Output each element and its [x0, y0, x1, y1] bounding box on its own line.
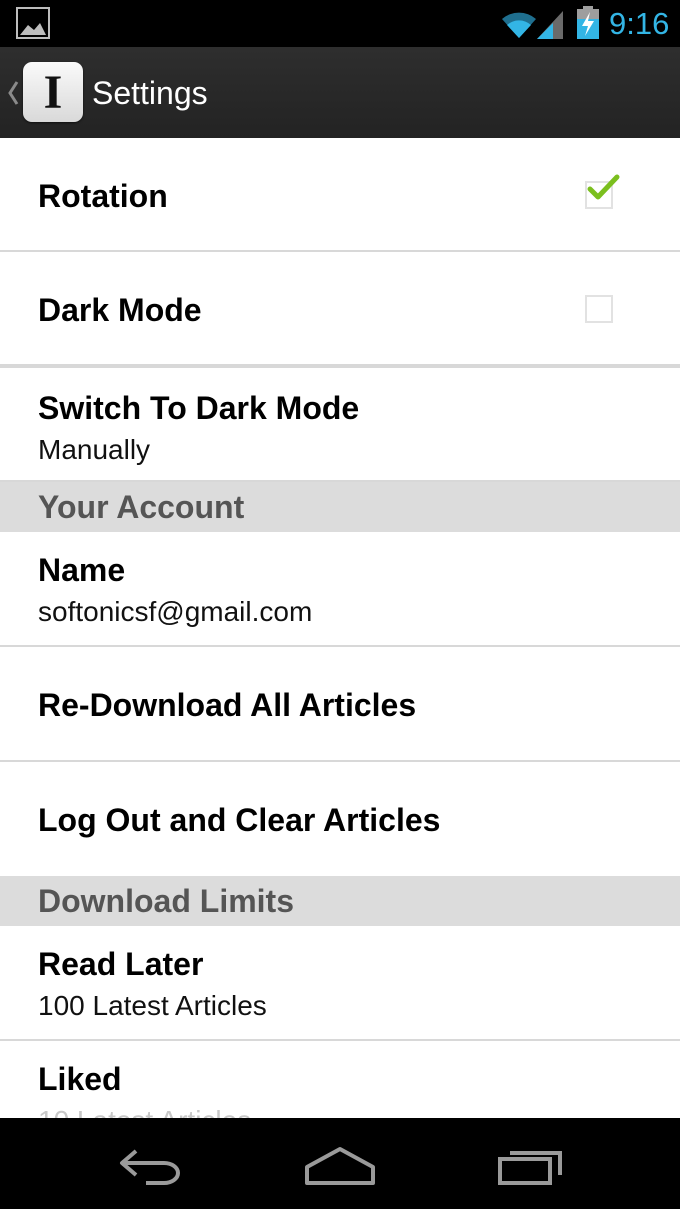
- battery-charging-icon: [577, 6, 599, 39]
- category-header-download-limits: Download Limits: [0, 876, 680, 926]
- pref-summary: 10 Latest Articles: [38, 1103, 251, 1118]
- app-logo[interactable]: I: [23, 62, 83, 122]
- category-label: Download Limits: [38, 883, 294, 919]
- status-bar: 9:16: [0, 0, 680, 47]
- chevron-left-icon[interactable]: [6, 80, 20, 106]
- pref-title: Dark Mode: [38, 292, 202, 328]
- pref-redownload[interactable]: Re-Download All Articles: [0, 647, 680, 762]
- pref-title: Switch To Dark Mode: [38, 390, 360, 426]
- pref-read-later[interactable]: Read Later 100 Latest Articles: [0, 926, 680, 1041]
- pref-summary: softonicsf@gmail.com: [38, 596, 313, 627]
- signal-icon: [537, 11, 563, 39]
- action-bar: I Settings: [0, 47, 680, 138]
- pref-title: Name: [38, 552, 126, 588]
- pref-name[interactable]: Name softonicsf@gmail.com: [0, 532, 680, 647]
- pref-title: Read Later: [38, 946, 204, 982]
- page-title: Settings: [92, 75, 208, 111]
- pref-logout[interactable]: Log Out and Clear Articles: [0, 762, 680, 876]
- rotation-checkbox[interactable]: [585, 174, 620, 209]
- pref-summary: 100 Latest Articles: [38, 990, 267, 1021]
- wifi-icon: [502, 12, 536, 39]
- pref-title: Log Out and Clear Articles: [38, 802, 441, 838]
- pref-switch-dark-mode-row[interactable]: Switch To Dark Mode Manually: [0, 366, 680, 482]
- home-icon[interactable]: [303, 1143, 377, 1187]
- recents-icon[interactable]: [496, 1143, 566, 1187]
- pref-dark-mode[interactable]: Dark Mode: [0, 252, 680, 366]
- pref-title: Liked: [38, 1061, 122, 1097]
- navigation-bar: [0, 1118, 680, 1209]
- pref-title: Re-Download All Articles: [38, 687, 417, 723]
- category-header-account: Your Account: [0, 482, 680, 532]
- dark-mode-checkbox[interactable]: [585, 295, 613, 323]
- pref-liked[interactable]: Liked 10 Latest Articles: [0, 1041, 680, 1118]
- back-icon[interactable]: [116, 1143, 186, 1187]
- status-clock: 9:16: [609, 6, 670, 41]
- image-notification-icon: [16, 7, 50, 39]
- category-label: Your Account: [38, 489, 245, 525]
- pref-rotation[interactable]: Rotation: [0, 138, 680, 252]
- pref-title: Rotation: [38, 178, 168, 214]
- checkmark-icon: [587, 174, 620, 200]
- pref-summary: Manually: [38, 434, 151, 465]
